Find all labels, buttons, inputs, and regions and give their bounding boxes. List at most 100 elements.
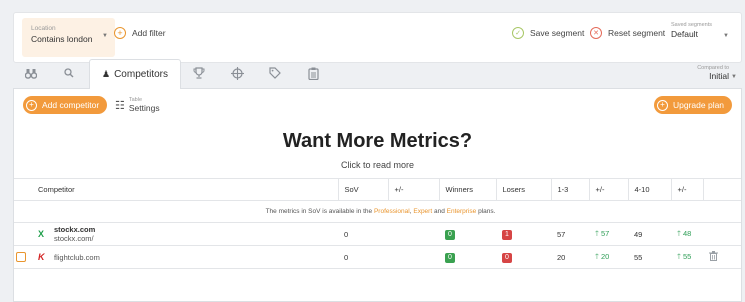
rank-4-10-change-value: 48 (683, 228, 692, 238)
add-competitor-button[interactable]: + Add competitor (23, 96, 108, 114)
losers-badge[interactable]: 1 (502, 229, 512, 240)
tab-competitors-label: Competitors (114, 69, 168, 80)
flightclub-logo-icon: K (38, 252, 45, 262)
enterprise-plan-link[interactable]: Enterprise (447, 208, 477, 215)
close-icon: ✕ (590, 27, 602, 39)
competitors-panel: + Add competitor ☷ Table Settings + Upgr… (13, 88, 742, 302)
table-row: K flightclub.com 0 0 0 20 🡑 20 55 🡑 55 (14, 245, 741, 269)
competitor-cell: X stockx.com stockx.com/ (14, 222, 338, 246)
compared-to-value: Initial (709, 71, 729, 81)
upgrade-banner[interactable]: Want More Metrics? Click to read more (14, 130, 741, 170)
rank-4-10-change: 🡑 48 (671, 222, 703, 246)
column-header-rank-1-3[interactable]: 1-3 (550, 178, 589, 201)
chevron-down-icon: ▼ (102, 33, 108, 39)
actions-cell (703, 245, 741, 269)
upgrade-plan-button[interactable]: + Upgrade plan (654, 96, 733, 114)
add-filter-button[interactable]: + Add filter (114, 26, 166, 40)
banner-subtitle[interactable]: Click to read more (14, 160, 741, 170)
tab-bar: ♟ Competitors Compared to Initial ▼ (13, 58, 742, 89)
column-header-rank-4-10-change[interactable]: +/- (670, 178, 703, 201)
check-icon: ✓ (512, 27, 524, 39)
trash-icon[interactable] (709, 251, 718, 261)
arrow-up-icon: 🡑 (595, 228, 599, 238)
table-row: X stockx.com stockx.com/ 0 0 1 57 🡑 57 4… (14, 222, 741, 246)
competitors-table: Competitor SoV +/- Winners Losers 1-3 +/… (14, 178, 741, 269)
losers-cell: 0 (496, 245, 551, 269)
rank-4-10-value: 55 (628, 245, 671, 269)
trophy-icon (193, 67, 205, 79)
sov-change (388, 245, 439, 269)
chevron-down-icon: ▼ (723, 33, 729, 39)
reset-segment-button[interactable]: ✕ Reset segment (590, 26, 665, 40)
competitor-domain: stockx.com (54, 225, 96, 234)
tab-binoculars[interactable] (23, 65, 39, 81)
sov-notice: The metrics in SoV is available in the P… (14, 200, 741, 223)
competitor-cell: K flightclub.com (14, 245, 338, 269)
column-header-sov[interactable]: SoV (337, 178, 388, 201)
tag-icon (269, 67, 281, 79)
location-filter[interactable]: Location Contains london ▼ (22, 18, 115, 57)
tab-competitors[interactable]: ♟ Competitors (89, 59, 181, 89)
sov-notice-suffix: plans. (478, 208, 496, 215)
rank-1-3-change-value: 57 (601, 228, 610, 238)
column-header-competitor[interactable]: Competitor (14, 178, 338, 201)
sov-notice-text: The metrics in SoV is available in the (265, 208, 373, 215)
plus-icon: + (26, 99, 37, 111)
saved-segments-select[interactable]: Saved segments Default ▼ (671, 22, 729, 39)
table-settings-button[interactable]: ☷ Table Settings (115, 97, 160, 113)
plus-icon: + (114, 27, 126, 39)
tab-trophy[interactable] (191, 65, 207, 81)
filter-bar: Location Contains london ▼ + Add filter … (13, 12, 742, 63)
rank-4-10-change-value: 55 (683, 251, 692, 261)
rank-1-3-value: 57 (551, 222, 589, 246)
column-header-losers[interactable]: Losers (495, 178, 551, 201)
sov-notice-row: The metrics in SoV is available in the P… (14, 200, 741, 223)
sov-notice-and: and (433, 208, 445, 215)
tab-tags[interactable] (267, 65, 283, 81)
stockx-logo-icon: X (38, 229, 45, 239)
rank-1-3-change: 🡑 20 (589, 245, 628, 269)
tab-crosshair[interactable] (229, 65, 245, 81)
column-header-sov-change[interactable]: +/- (387, 178, 439, 201)
arrow-up-icon: 🡑 (595, 251, 599, 261)
expert-plan-link[interactable]: Expert (413, 208, 432, 215)
tab-search[interactable] (61, 65, 77, 81)
professional-plan-link[interactable]: Professional (374, 208, 410, 215)
tab-clipboard[interactable] (305, 65, 321, 81)
row-checkbox[interactable] (16, 252, 26, 262)
binoculars-icon (25, 68, 37, 79)
save-segment-button[interactable]: ✓ Save segment (512, 26, 584, 40)
upgrade-plan-label: Upgrade plan (673, 100, 725, 110)
competitor-url: stockx.com/ (54, 234, 94, 243)
add-filter-label: Add filter (132, 28, 166, 38)
chess-pawn-icon: ♟ (102, 69, 111, 79)
winners-cell: 0 (439, 222, 496, 246)
compared-to-select[interactable]: Compared to Initial ▼ (697, 65, 737, 81)
winners-cell: 0 (439, 245, 496, 269)
plus-icon: + (657, 99, 668, 111)
column-header-winners[interactable]: Winners (438, 178, 496, 201)
sov-change (388, 222, 439, 246)
losers-badge[interactable]: 0 (502, 252, 512, 263)
competitor-domain: flightclub.com (54, 252, 100, 262)
table-settings-label: Settings (128, 103, 160, 113)
column-header-actions (702, 178, 741, 201)
arrow-up-icon: 🡑 (677, 251, 681, 261)
reset-segment-label: Reset segment (608, 28, 666, 38)
winners-badge[interactable]: 0 (445, 229, 455, 240)
winners-badge[interactable]: 0 (445, 252, 455, 263)
arrow-up-icon: 🡑 (677, 228, 681, 238)
clipboard-icon (307, 67, 319, 80)
crosshair-icon (230, 66, 244, 80)
column-header-rank-4-10[interactable]: 4-10 (627, 178, 671, 201)
saved-segments-value: Default (671, 29, 698, 39)
table-header-row: Competitor SoV +/- Winners Losers 1-3 +/… (14, 178, 741, 201)
actions-cell (703, 222, 741, 246)
add-competitor-label: Add competitor (42, 100, 100, 110)
rank-1-3-change-value: 20 (601, 251, 610, 261)
sov-value: 0 (338, 222, 388, 246)
saved-segments-label: Saved segments (671, 22, 712, 28)
chevron-down-icon: ▼ (731, 74, 737, 80)
search-icon (64, 68, 74, 78)
column-header-rank-1-3-change[interactable]: +/- (588, 178, 628, 201)
